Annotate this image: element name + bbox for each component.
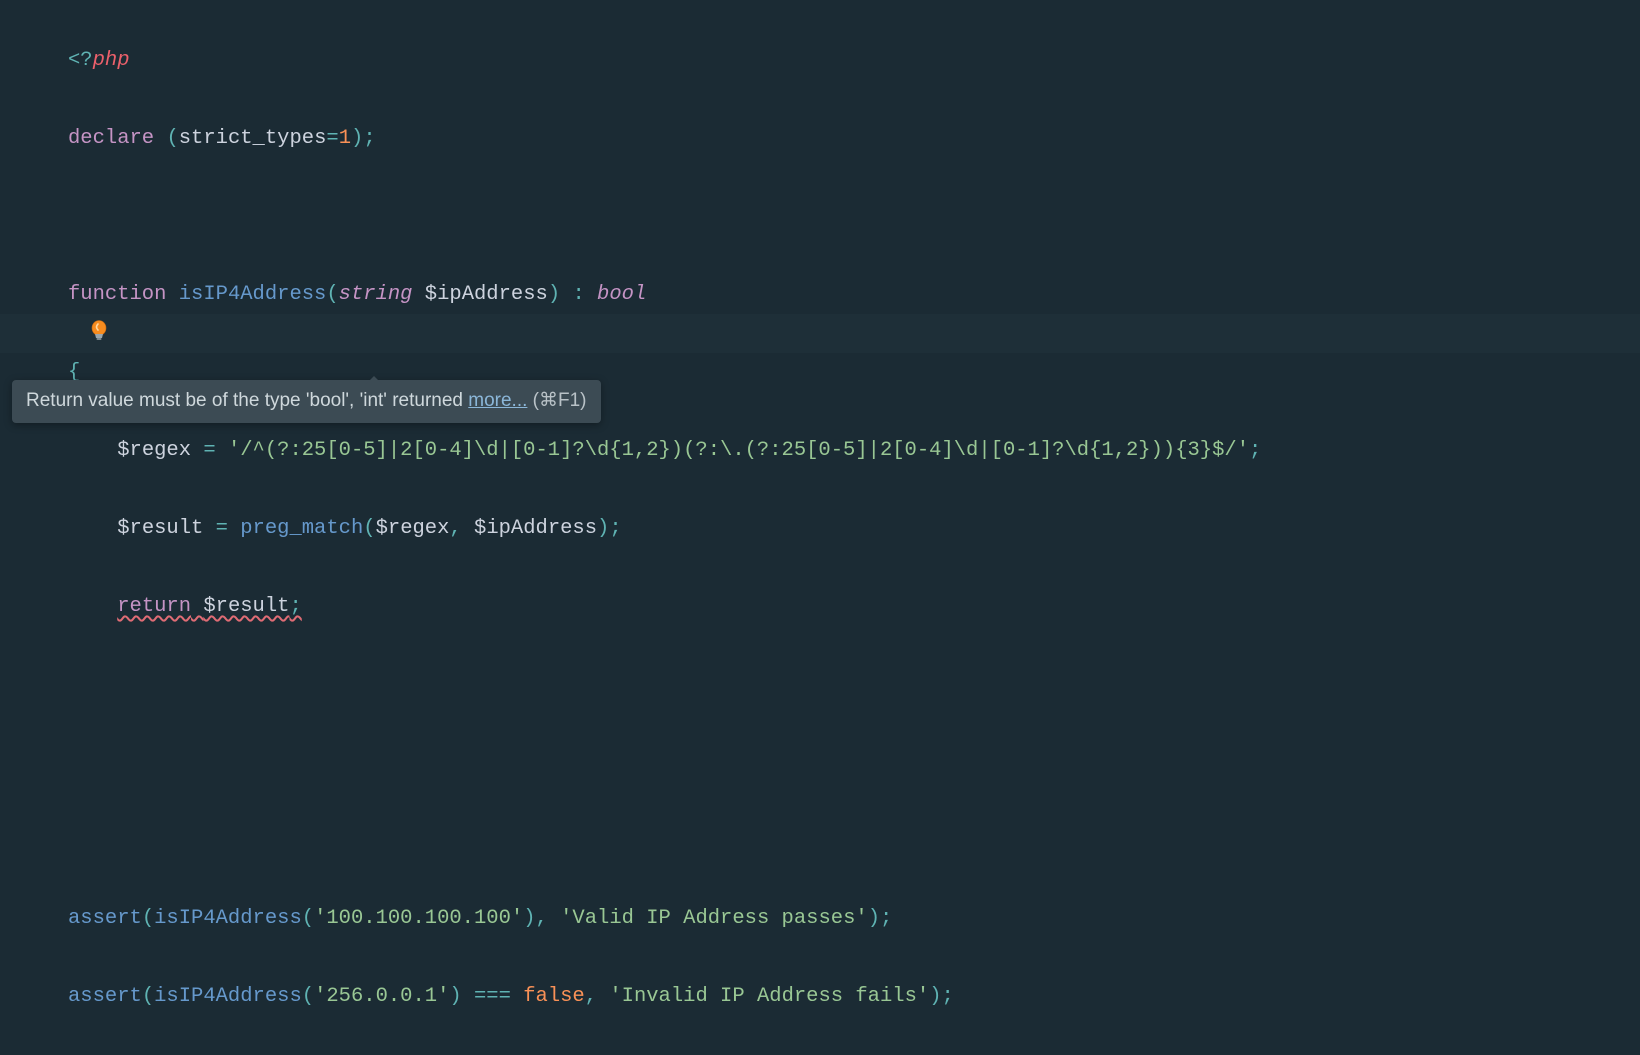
tooltip-shortcut: (⌘F1) — [527, 390, 586, 411]
code-editor[interactable]: <?php declare (strict_types=1); function… — [68, 2, 1640, 1055]
code-line-blank[interactable] — [68, 743, 1640, 782]
tooltip-more-link[interactable]: more... — [468, 390, 527, 411]
code-line[interactable]: assert(isIP4Address('256.0.0.1') === fal… — [68, 977, 1640, 1016]
code-line-blank[interactable] — [68, 197, 1640, 236]
code-line[interactable]: <?php — [68, 41, 1640, 80]
inspection-error[interactable]: return $result; — [117, 595, 302, 618]
code-line[interactable]: $result = preg_match($regex, $ipAddress)… — [68, 509, 1640, 548]
inspection-tooltip: Return value must be of the type 'bool',… — [12, 380, 601, 423]
code-line-blank[interactable] — [68, 665, 1640, 704]
tooltip-text: Return value must be of the type 'bool',… — [26, 390, 468, 411]
code-line-blank[interactable] — [68, 821, 1640, 860]
code-line[interactable]: return $result; — [68, 587, 1640, 626]
code-line[interactable]: assert(isIP4Address('100.100.100.100'), … — [68, 899, 1640, 938]
code-line[interactable]: function isIP4Address(string $ipAddress)… — [68, 275, 1640, 314]
php-open-tag: <?php — [68, 49, 130, 72]
lightbulb-icon[interactable] — [91, 320, 107, 344]
code-line[interactable]: $regex = '/^(?:25[0-5]|2[0-4]\d|[0-1]?\d… — [68, 431, 1640, 470]
code-line[interactable]: declare (strict_types=1); — [68, 119, 1640, 158]
